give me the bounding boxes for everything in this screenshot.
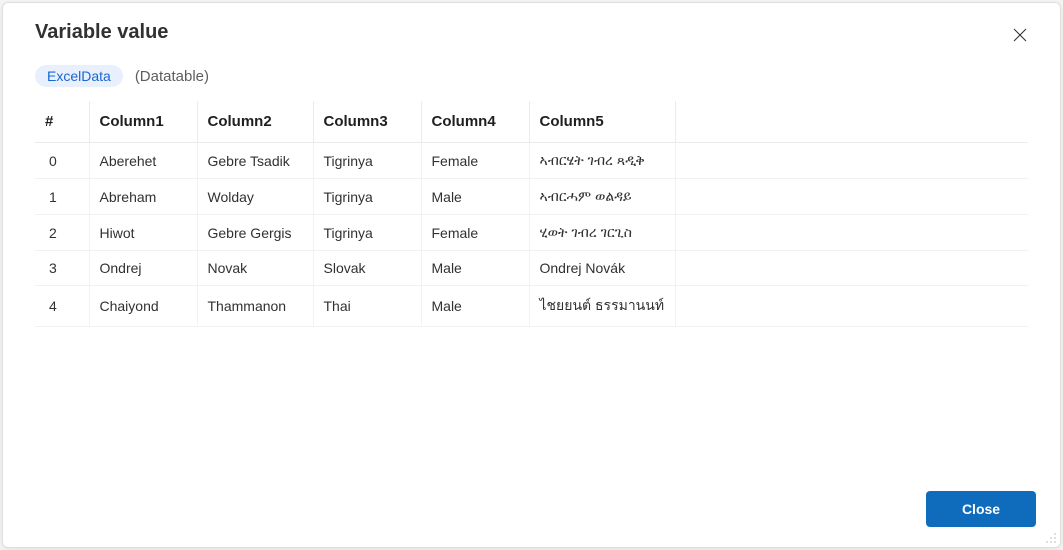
- table-cell: ኣብርሄት ገብረ ጻዲቅ: [529, 143, 675, 179]
- header-column5[interactable]: Column5: [529, 101, 675, 143]
- table-cell: 0: [35, 143, 89, 179]
- dialog-header: Variable value: [3, 3, 1060, 55]
- table-row[interactable]: 4ChaiyondThammanonThaiMaleไชยยนต์ ธรรมาน…: [35, 286, 1028, 327]
- header-column3[interactable]: Column3: [313, 101, 421, 143]
- table-cell: Hiwot: [89, 215, 197, 251]
- table-cell: Ondrej Novák: [529, 251, 675, 286]
- table-row[interactable]: 3OndrejNovakSlovakMaleOndrej Novák: [35, 251, 1028, 286]
- data-table-container: # Column1 Column2 Column3 Column4 Column…: [3, 101, 1060, 475]
- close-icon[interactable]: [1004, 19, 1036, 51]
- data-table: # Column1 Column2 Column3 Column4 Column…: [35, 101, 1028, 327]
- table-cell: Aberehet: [89, 143, 197, 179]
- table-cell: Novak: [197, 251, 313, 286]
- table-cell: Tigrinya: [313, 179, 421, 215]
- table-cell: 1: [35, 179, 89, 215]
- table-cell: Slovak: [313, 251, 421, 286]
- close-button[interactable]: Close: [926, 491, 1036, 527]
- table-cell: Gebre Tsadik: [197, 143, 313, 179]
- header-column1[interactable]: Column1: [89, 101, 197, 143]
- table-cell-spacer: [675, 251, 1028, 286]
- dialog-title: Variable value: [35, 21, 168, 44]
- table-row[interactable]: 2HiwotGebre GergisTigrinyaFemaleሂወት ገብረ …: [35, 215, 1028, 251]
- table-cell: Gebre Gergis: [197, 215, 313, 251]
- table-cell: ไชยยนต์ ธรรมานนท์: [529, 286, 675, 327]
- variable-type-label: (Datatable): [135, 68, 209, 85]
- table-cell: Female: [421, 143, 529, 179]
- resize-grip-icon[interactable]: [1045, 532, 1057, 544]
- header-spacer: [675, 101, 1028, 143]
- table-cell: Male: [421, 286, 529, 327]
- table-cell: Tigrinya: [313, 215, 421, 251]
- table-cell: Thammanon: [197, 286, 313, 327]
- table-cell: Male: [421, 251, 529, 286]
- table-cell: 2: [35, 215, 89, 251]
- variable-value-dialog: Variable value ExcelData (Datatable) # C…: [2, 2, 1061, 548]
- table-cell: Wolday: [197, 179, 313, 215]
- table-cell: Male: [421, 179, 529, 215]
- table-row[interactable]: 1AbrehamWoldayTigrinyaMaleኣብርሓም ወልዳይ: [35, 179, 1028, 215]
- table-cell-spacer: [675, 215, 1028, 251]
- header-index[interactable]: #: [35, 101, 89, 143]
- header-column2[interactable]: Column2: [197, 101, 313, 143]
- table-cell: ሂወት ገብረ ገርጊስ: [529, 215, 675, 251]
- table-cell-spacer: [675, 286, 1028, 327]
- table-cell-spacer: [675, 179, 1028, 215]
- header-column4[interactable]: Column4: [421, 101, 529, 143]
- dialog-footer: Close: [3, 475, 1060, 547]
- table-cell: 3: [35, 251, 89, 286]
- table-cell: Ondrej: [89, 251, 197, 286]
- variable-name-chip[interactable]: ExcelData: [35, 65, 123, 87]
- table-cell: Abreham: [89, 179, 197, 215]
- table-cell: 4: [35, 286, 89, 327]
- table-row[interactable]: 0AberehetGebre TsadikTigrinyaFemaleኣብርሄት…: [35, 143, 1028, 179]
- table-cell: Female: [421, 215, 529, 251]
- table-cell: Thai: [313, 286, 421, 327]
- table-cell: Chaiyond: [89, 286, 197, 327]
- variable-info: ExcelData (Datatable): [3, 55, 1060, 101]
- table-cell: Tigrinya: [313, 143, 421, 179]
- table-header-row: # Column1 Column2 Column3 Column4 Column…: [35, 101, 1028, 143]
- table-cell: ኣብርሓም ወልዳይ: [529, 179, 675, 215]
- table-cell-spacer: [675, 143, 1028, 179]
